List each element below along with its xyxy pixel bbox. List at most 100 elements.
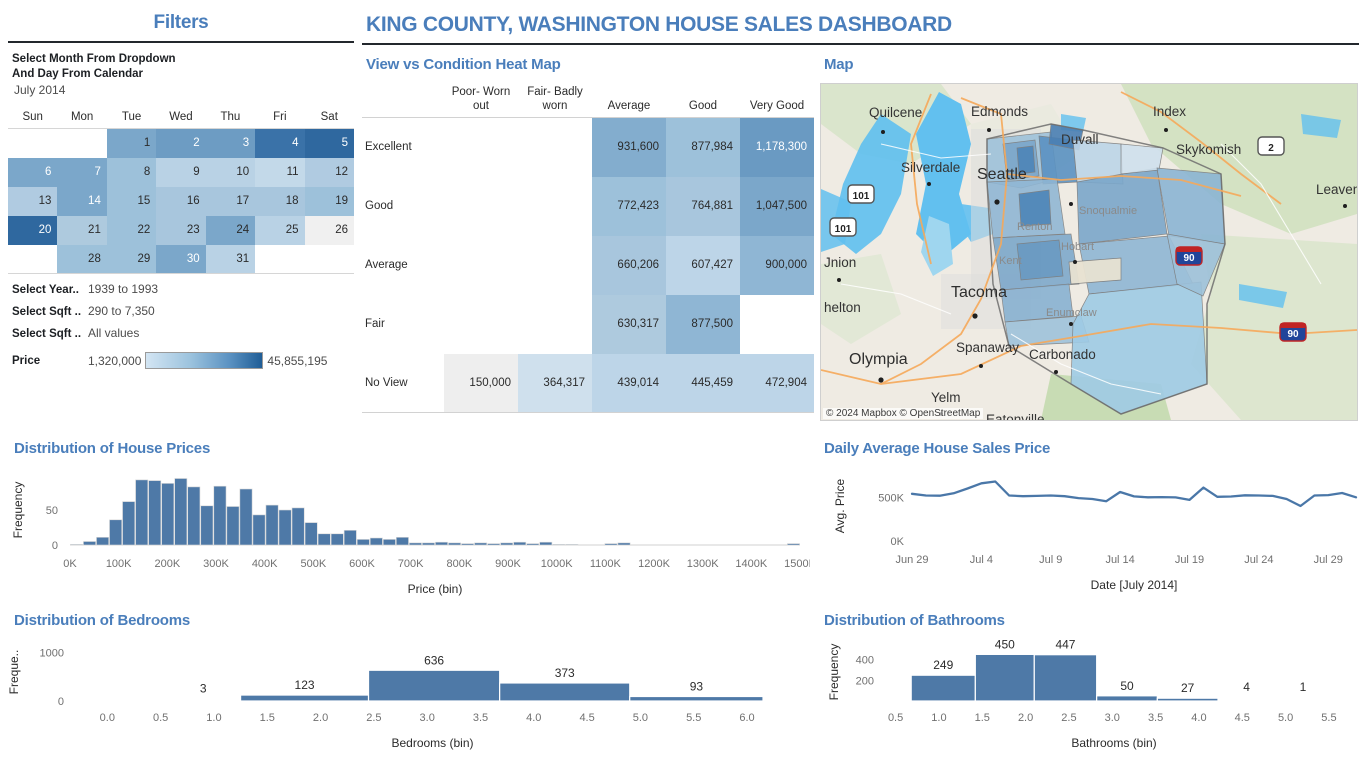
calendar-day-20[interactable]: 20 bbox=[8, 215, 58, 245]
daily-avg-price-chart[interactable]: Avg. Price 0K 500K Jun 29 Jul 4 Jul 9 Jul 14 Ju… bbox=[820, 457, 1362, 607]
heatmap-cell-0-4[interactable]: 1,178,300 bbox=[740, 117, 814, 177]
house-prices-bar-15[interactable] bbox=[265, 504, 279, 546]
filter-value-0[interactable]: 1939 to 1993 bbox=[88, 282, 158, 296]
filter-value-2[interactable]: All values bbox=[88, 326, 139, 340]
calendar-day-30[interactable]: 30 bbox=[156, 244, 206, 274]
house-prices-bar-38[interactable] bbox=[565, 544, 579, 546]
house-prices-bar-9[interactable] bbox=[187, 486, 201, 546]
heatmap-cell-1-1[interactable] bbox=[518, 177, 592, 236]
calendar-filter[interactable]: Sun Mon Tue Wed Thu Fri Sat 1 2 3 4 5 6 7 8 9 10 11 12 13 1… bbox=[8, 109, 354, 274]
bathrooms-bar-0[interactable] bbox=[910, 674, 976, 702]
bedrooms-bar-4[interactable] bbox=[629, 695, 764, 702]
heatmap-cell-0-1[interactable] bbox=[518, 118, 592, 177]
house-prices-bar-20[interactable] bbox=[330, 533, 344, 546]
house-prices-bar-18[interactable] bbox=[304, 522, 318, 546]
house-prices-bar-41[interactable] bbox=[604, 543, 618, 546]
heatmap-cell-2-1[interactable] bbox=[518, 236, 592, 295]
calendar-day-12[interactable]: 12 bbox=[304, 157, 354, 187]
heatmap-cell-1-0[interactable] bbox=[444, 177, 518, 236]
house-prices-bar-6[interactable] bbox=[148, 480, 162, 546]
house-prices-bar-23[interactable] bbox=[369, 537, 383, 546]
house-prices-chart[interactable]: Frequency 0 50 0K 100K 200K 300K 400K 500K 600K 70… bbox=[0, 457, 810, 607]
house-prices-bar-16[interactable] bbox=[278, 509, 292, 546]
house-prices-bar-33[interactable] bbox=[500, 542, 514, 546]
heatmap-cell-3-4[interactable] bbox=[740, 295, 814, 354]
house-prices-bar-26[interactable] bbox=[409, 542, 422, 546]
house-prices-bar-37[interactable] bbox=[552, 544, 566, 546]
house-prices-bar-1[interactable] bbox=[83, 541, 96, 546]
house-prices-bar-2[interactable] bbox=[96, 537, 110, 546]
house-prices-bar-10[interactable] bbox=[200, 505, 214, 546]
house-prices-bar-4[interactable] bbox=[122, 501, 136, 546]
house-prices-bar-35[interactable] bbox=[526, 543, 540, 546]
house-prices-bar-27[interactable] bbox=[422, 542, 435, 546]
heatmap-cell-2-2[interactable]: 660,206 bbox=[592, 235, 666, 295]
heatmap-cell-3-0[interactable] bbox=[444, 295, 518, 354]
heatmap-cell-3-1[interactable] bbox=[518, 295, 592, 354]
house-prices-bar-29[interactable] bbox=[448, 542, 461, 546]
filter-row-2[interactable]: Select Sqft .. All values bbox=[12, 326, 362, 340]
heatmap-cell-1-2[interactable]: 772,423 bbox=[592, 176, 666, 236]
house-prices-bar-32[interactable] bbox=[487, 543, 501, 546]
month-dropdown-value[interactable]: July 2014 bbox=[14, 83, 362, 97]
calendar-day-1[interactable]: 1 bbox=[106, 128, 157, 158]
house-prices-bar-42[interactable] bbox=[617, 542, 631, 546]
heatmap-cell-0-3[interactable]: 877,984 bbox=[666, 117, 740, 177]
heatmap-cell-1-3[interactable]: 764,881 bbox=[666, 176, 740, 236]
house-prices-bar-22[interactable] bbox=[356, 539, 370, 546]
heatmap-cell-2-4[interactable]: 900,000 bbox=[740, 235, 814, 295]
heatmap-cell-4-0[interactable]: 150,000 bbox=[444, 353, 518, 413]
bathrooms-chart[interactable]: Frequency 200 400 249 450 447 50 27 4 1 0.5 1.0 1.5 2… bbox=[820, 629, 1362, 759]
heatmap-cell-4-2[interactable]: 439,014 bbox=[592, 353, 666, 413]
bedrooms-bar-1[interactable] bbox=[239, 694, 370, 702]
heatmap-cell-2-3[interactable]: 607,427 bbox=[666, 235, 740, 295]
calendar-day-26[interactable]: 26 bbox=[304, 215, 354, 245]
house-prices-bar-13[interactable] bbox=[239, 488, 253, 546]
heatmap-cell-4-3[interactable]: 445,459 bbox=[666, 353, 740, 413]
bedrooms-chart[interactable]: Freque.. 0 1000 3 123 636 373 93 0.0 0.5 1.0 1.5 2.0… bbox=[0, 629, 810, 759]
calendar-day-28[interactable]: 28 bbox=[57, 244, 107, 274]
calendar-day-7[interactable]: 7 bbox=[57, 157, 107, 187]
daily-avg-price-line[interactable] bbox=[910, 480, 1358, 508]
bathrooms-bar-2[interactable] bbox=[1033, 654, 1098, 702]
bathrooms-bar-3[interactable] bbox=[1096, 695, 1158, 702]
map-canvas[interactable]: Quilcene Edmonds Index Silverdale Seattle Duv… bbox=[820, 83, 1358, 421]
house-prices-bar-24[interactable] bbox=[382, 539, 396, 546]
house-prices-bar-21[interactable] bbox=[343, 530, 357, 546]
calendar-day-2[interactable]: 2 bbox=[156, 128, 206, 158]
bathrooms-bar-4[interactable] bbox=[1156, 697, 1219, 702]
calendar-day-5[interactable]: 5 bbox=[304, 128, 354, 158]
house-prices-bar-36[interactable] bbox=[539, 541, 553, 546]
heatmap-cell-1-4[interactable]: 1,047,500 bbox=[740, 176, 814, 236]
calendar-day-17[interactable]: 17 bbox=[205, 186, 256, 216]
calendar-day-8[interactable]: 8 bbox=[106, 157, 157, 187]
calendar-day-9[interactable]: 9 bbox=[156, 157, 206, 187]
heatmap-cell-4-4[interactable]: 472,904 bbox=[740, 353, 814, 413]
house-prices-bar-34[interactable] bbox=[513, 541, 527, 546]
calendar-day-11[interactable]: 11 bbox=[255, 157, 305, 187]
calendar-day-10[interactable]: 10 bbox=[205, 157, 256, 187]
house-prices-bar-25[interactable] bbox=[395, 537, 409, 546]
house-prices-bar-31[interactable] bbox=[474, 542, 488, 546]
house-prices-bar-8[interactable] bbox=[174, 478, 188, 546]
filter-row-0[interactable]: Select Year.. 1939 to 1993 bbox=[12, 282, 362, 296]
house-prices-bar-17[interactable] bbox=[291, 507, 305, 546]
house-prices-bar-19[interactable] bbox=[317, 533, 331, 546]
calendar-day-22[interactable]: 22 bbox=[106, 215, 157, 245]
filter-value-1[interactable]: 290 to 7,350 bbox=[88, 304, 155, 318]
calendar-day-23[interactable]: 23 bbox=[156, 215, 206, 245]
heatmap-cell-3-2[interactable]: 630,317 bbox=[592, 294, 666, 354]
house-prices-bar-55[interactable] bbox=[787, 543, 800, 546]
house-prices-bar-12[interactable] bbox=[226, 506, 240, 546]
calendar-day-13[interactable]: 13 bbox=[8, 186, 58, 216]
bathrooms-bar-1[interactable] bbox=[974, 653, 1035, 702]
calendar-day-4[interactable]: 4 bbox=[255, 128, 305, 158]
house-prices-bar-28[interactable] bbox=[435, 541, 448, 546]
calendar-day-21[interactable]: 21 bbox=[57, 215, 107, 245]
bedrooms-bar-2[interactable] bbox=[367, 669, 501, 702]
calendar-day-29[interactable]: 29 bbox=[106, 244, 157, 274]
house-prices-bar-30[interactable] bbox=[461, 543, 475, 546]
calendar-day-6[interactable]: 6 bbox=[8, 157, 58, 187]
calendar-day-14[interactable]: 14 bbox=[57, 186, 107, 216]
calendar-day-19[interactable]: 19 bbox=[304, 186, 354, 216]
